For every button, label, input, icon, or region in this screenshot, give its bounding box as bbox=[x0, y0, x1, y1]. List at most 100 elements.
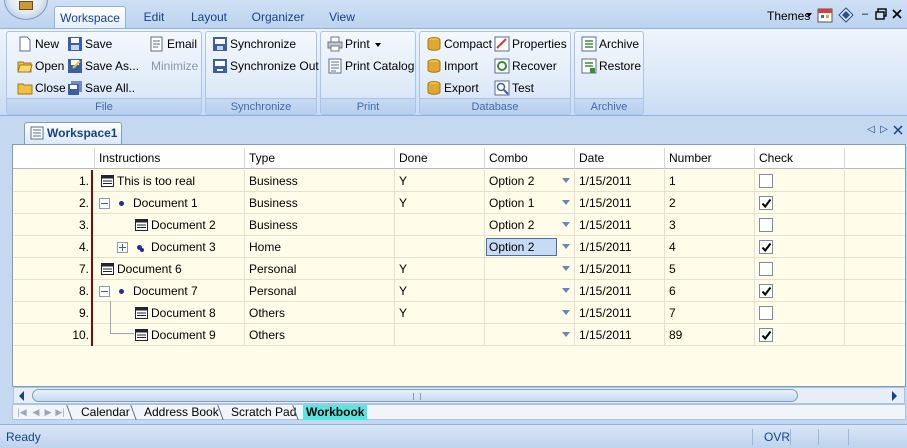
instruction-cell[interactable]: Document 9 bbox=[95, 324, 245, 346]
instruction-cell[interactable]: Document 1 bbox=[95, 192, 245, 214]
number-cell[interactable]: 3 bbox=[665, 214, 755, 236]
date-cell[interactable]: 1/15/2011 bbox=[575, 280, 665, 302]
instruction-cell[interactable]: Document 3 bbox=[95, 236, 245, 258]
checkbox[interactable] bbox=[759, 196, 773, 210]
done-cell[interactable]: Y bbox=[395, 280, 485, 302]
sheet-tab-scratch-pad[interactable]: Scratch Pad bbox=[231, 405, 296, 420]
table-row[interactable]: 9. Document 8 Others Y 1/15/2011 7 bbox=[13, 302, 905, 324]
check-cell[interactable] bbox=[755, 280, 845, 302]
sheet-tab-calendar[interactable]: Calendar bbox=[81, 405, 130, 420]
number-cell[interactable]: 2 bbox=[665, 192, 755, 214]
scroll-left-arrow-icon[interactable] bbox=[19, 391, 24, 401]
number-cell[interactable]: 4 bbox=[665, 236, 755, 258]
filler-cell[interactable] bbox=[845, 324, 905, 346]
table-row[interactable]: 1. This is too real Business Y Option 2 1/15/… bbox=[13, 170, 905, 192]
done-cell[interactable] bbox=[395, 214, 485, 236]
collapse-icon[interactable] bbox=[99, 198, 110, 209]
combo-cell[interactable]: Option 2 bbox=[485, 214, 575, 236]
combo-cell[interactable]: Option 2 bbox=[485, 236, 575, 258]
checkbox[interactable] bbox=[759, 328, 773, 342]
collapse-icon[interactable] bbox=[99, 286, 110, 297]
number-cell[interactable]: 7 bbox=[665, 302, 755, 324]
combo-cell[interactable]: Option 1 bbox=[485, 192, 575, 214]
scroll-right-arrow-icon[interactable] bbox=[892, 391, 897, 401]
check-cell[interactable] bbox=[755, 236, 845, 258]
application-menu-button[interactable] bbox=[4, 0, 48, 20]
checkbox[interactable] bbox=[759, 306, 773, 320]
table-row[interactable]: 3. Document 2 Business Option 2 1/15/2011 3 bbox=[13, 214, 905, 236]
type-cell[interactable]: Home bbox=[245, 236, 395, 258]
type-cell[interactable]: Business bbox=[245, 192, 395, 214]
done-cell[interactable] bbox=[395, 236, 485, 258]
done-cell[interactable] bbox=[395, 324, 485, 346]
date-cell[interactable]: 1/15/2011 bbox=[575, 236, 665, 258]
number-cell[interactable]: 1 bbox=[665, 170, 755, 192]
dropdown-arrow-icon[interactable] bbox=[562, 310, 570, 315]
column-header-type[interactable]: Type bbox=[245, 148, 395, 169]
column-header-combo[interactable]: Combo bbox=[485, 148, 575, 169]
scroll-left-icon[interactable]: ◁ bbox=[866, 124, 876, 135]
combo-cell[interactable]: Option 2 bbox=[485, 170, 575, 192]
type-cell[interactable]: Business bbox=[245, 170, 395, 192]
filler-cell[interactable] bbox=[845, 280, 905, 302]
number-cell[interactable]: 5 bbox=[665, 258, 755, 280]
close-document-icon[interactable] bbox=[893, 125, 903, 135]
check-cell[interactable] bbox=[755, 324, 845, 346]
filler-cell[interactable] bbox=[845, 258, 905, 280]
done-cell[interactable]: Y bbox=[395, 192, 485, 214]
date-cell[interactable]: 1/15/2011 bbox=[575, 258, 665, 280]
dropdown-arrow-icon[interactable] bbox=[562, 332, 570, 337]
next-sheet-icon[interactable]: ▶ bbox=[43, 407, 53, 417]
sheet-tab-workbook[interactable]: Workbook bbox=[303, 405, 368, 420]
close-window-button[interactable] bbox=[890, 7, 904, 21]
check-cell[interactable] bbox=[755, 258, 845, 280]
filler-cell[interactable] bbox=[845, 302, 905, 324]
minimize-window-button[interactable]: – bbox=[858, 7, 872, 21]
date-cell[interactable]: 1/15/2011 bbox=[575, 170, 665, 192]
document-tab-workspace1[interactable]: Workspace1 bbox=[24, 122, 122, 144]
calendar-icon[interactable] bbox=[817, 7, 833, 23]
column-header-number[interactable]: Number bbox=[665, 148, 755, 169]
instruction-cell[interactable]: Document 6 bbox=[95, 258, 245, 280]
themes-menu[interactable]: Themes bbox=[767, 9, 810, 23]
table-row[interactable]: 7. Document 6 Personal Y 1/15/2011 5 bbox=[13, 258, 905, 280]
dropdown-arrow-icon[interactable] bbox=[562, 288, 570, 293]
date-cell[interactable]: 1/15/2011 bbox=[575, 214, 665, 236]
instruction-cell[interactable]: Document 2 bbox=[95, 214, 245, 236]
tab-workspace[interactable]: Workspace bbox=[54, 6, 126, 28]
type-cell[interactable]: Personal bbox=[245, 258, 395, 280]
table-row[interactable]: 10. Document 9 Others 1/15/2011 89 bbox=[13, 324, 905, 346]
last-sheet-icon[interactable]: ▶| bbox=[55, 407, 65, 417]
column-header-check[interactable]: Check bbox=[755, 148, 845, 169]
expand-icon[interactable] bbox=[117, 242, 128, 253]
filler-cell[interactable] bbox=[845, 214, 905, 236]
check-cell[interactable] bbox=[755, 170, 845, 192]
type-cell[interactable]: Personal bbox=[245, 280, 395, 302]
instruction-cell[interactable]: Document 8 bbox=[95, 302, 245, 324]
combo-cell[interactable] bbox=[485, 258, 575, 280]
checkbox[interactable] bbox=[759, 240, 773, 254]
instruction-cell[interactable]: Document 7 bbox=[95, 280, 245, 302]
dropdown-arrow-icon[interactable] bbox=[562, 222, 570, 227]
checkbox[interactable] bbox=[759, 284, 773, 298]
filler-cell[interactable] bbox=[845, 170, 905, 192]
check-cell[interactable] bbox=[755, 302, 845, 324]
table-row[interactable]: 8. Document 7 Personal Y 1/15/2011 6 bbox=[13, 280, 905, 302]
dropdown-arrow-icon[interactable] bbox=[562, 200, 570, 205]
first-sheet-icon[interactable]: |◀ bbox=[17, 407, 27, 417]
filler-cell[interactable] bbox=[845, 236, 905, 258]
tab-organizer[interactable]: Organizer bbox=[246, 6, 310, 28]
diamond-icon[interactable] bbox=[838, 7, 854, 23]
table-row[interactable]: 4. Document 3 Home Option 2 1/15/2011 4 bbox=[13, 236, 905, 258]
type-cell[interactable]: Business bbox=[245, 214, 395, 236]
tab-view[interactable]: View bbox=[324, 6, 360, 28]
table-row[interactable]: 2. Document 1 Business Y Option 1 1/15/2011 2 bbox=[13, 192, 905, 214]
done-cell[interactable]: Y bbox=[395, 302, 485, 324]
scroll-right-icon[interactable]: ▷ bbox=[879, 124, 889, 135]
column-header-date[interactable]: Date bbox=[575, 148, 665, 169]
checkbox[interactable] bbox=[759, 262, 773, 276]
combo-cell[interactable] bbox=[485, 302, 575, 324]
dropdown-arrow-icon[interactable] bbox=[562, 244, 570, 249]
checkbox[interactable] bbox=[759, 218, 773, 232]
scrollbar-thumb[interactable] bbox=[32, 389, 798, 402]
